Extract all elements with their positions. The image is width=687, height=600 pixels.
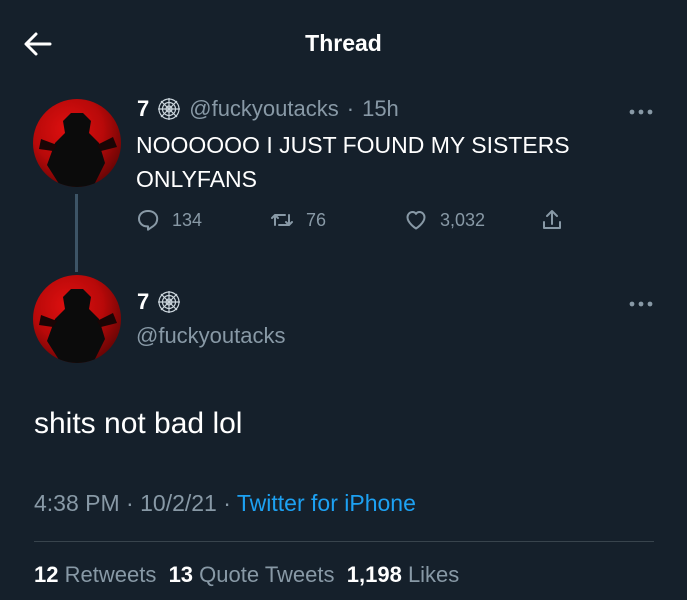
thread-connector-line bbox=[75, 194, 78, 272]
share-button[interactable] bbox=[540, 208, 564, 232]
tweet-metadata: 4:38 PM · 10/2/21 · Twitter for iPhone bbox=[34, 490, 416, 517]
user-handle[interactable]: @fuckyoutacks bbox=[136, 323, 286, 349]
avatar[interactable] bbox=[33, 275, 121, 363]
share-icon bbox=[543, 210, 561, 229]
user-handle[interactable]: @fuckyoutacks bbox=[189, 96, 339, 122]
retweet-icon bbox=[271, 214, 293, 226]
divider bbox=[34, 541, 654, 542]
separator-dot: · bbox=[346, 96, 355, 121]
quote-tweets-label: Quote Tweets bbox=[199, 562, 335, 587]
tweet-source-link[interactable]: Twitter for iPhone bbox=[237, 490, 416, 516]
heart-icon bbox=[406, 211, 426, 230]
spiderweb-icon bbox=[157, 290, 181, 314]
more-options-icon[interactable] bbox=[628, 296, 654, 307]
tweet-date[interactable]: 10/2/21 bbox=[140, 490, 217, 516]
retweet-button[interactable]: 76 bbox=[270, 208, 326, 232]
separator-dot: · bbox=[223, 490, 231, 516]
more-options-icon[interactable] bbox=[628, 104, 654, 115]
parent-tweet-header: 7 @fuckyoutacks · 15h bbox=[137, 96, 399, 122]
likes-label: Likes bbox=[407, 562, 460, 587]
reply-icon bbox=[138, 210, 159, 231]
likes-count: 1,198 bbox=[346, 562, 402, 587]
retweet-count: 76 bbox=[306, 209, 327, 230]
like-count: 3,032 bbox=[440, 209, 486, 230]
main-tweet-name-row: 7 bbox=[137, 289, 181, 315]
separator-dot: · bbox=[126, 490, 134, 516]
tweet-text-line: NOOOOOO I JUST FOUND MY SISTERS bbox=[136, 132, 570, 158]
quote-tweets-count: 13 bbox=[168, 562, 194, 587]
display-name[interactable]: 7 bbox=[137, 289, 149, 315]
main-tweet-text: shits not bad lol bbox=[34, 407, 243, 440]
tweet-time[interactable]: 15h bbox=[362, 96, 399, 122]
reply-count: 134 bbox=[172, 209, 203, 230]
retweets-count: 12 bbox=[34, 562, 59, 587]
tweet-timestamp[interactable]: 4:38 PM bbox=[34, 490, 120, 516]
avatar[interactable] bbox=[33, 99, 121, 187]
likes-stat[interactable]: 1,198 Likes bbox=[347, 562, 460, 587]
display-name[interactable]: 7 bbox=[137, 96, 149, 122]
page-title: Thread bbox=[305, 30, 382, 56]
like-button[interactable]: 3,032 bbox=[404, 208, 485, 232]
retweets-label: Retweets bbox=[64, 562, 157, 587]
parent-tweet-text: NOOOOOO I JUST FOUND MY SISTERS ONLYFANS bbox=[136, 128, 570, 196]
reply-button[interactable]: 134 bbox=[136, 208, 202, 232]
retweets-stat[interactable]: 12 Retweets bbox=[34, 562, 156, 587]
tweet-text-line: ONLYFANS bbox=[136, 166, 257, 192]
quote-tweets-stat[interactable]: 13 Quote Tweets bbox=[169, 562, 335, 587]
engagement-stats: 12 Retweets 13 Quote Tweets 1,198 Likes bbox=[34, 562, 459, 588]
spiderweb-icon bbox=[157, 97, 181, 121]
